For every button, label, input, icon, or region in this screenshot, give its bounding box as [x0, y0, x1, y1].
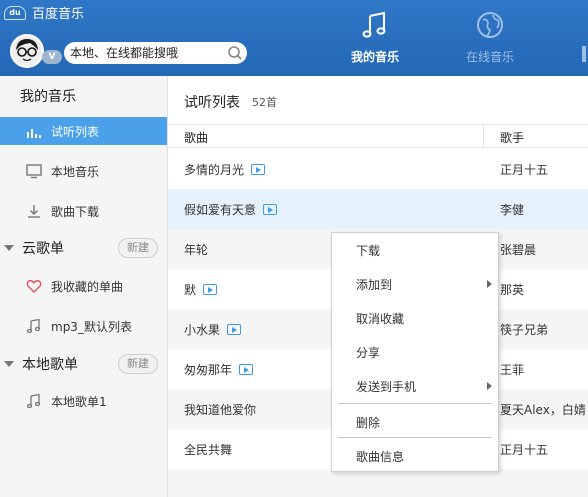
- song-artist[interactable]: 夏天Alex，白婧: [500, 401, 586, 418]
- mv-play-icon[interactable]: [251, 163, 266, 175]
- page-title: 试听列表: [184, 95, 240, 111]
- song-title: 匆匆那年: [184, 362, 233, 377]
- more-tab-partial[interactable]: [572, 44, 588, 64]
- music-note-icon: [362, 11, 386, 38]
- avatar[interactable]: [10, 34, 44, 68]
- column-divider[interactable]: [483, 125, 484, 147]
- column-header: 歌曲 歌手: [168, 124, 588, 148]
- submenu-arrow-icon: [487, 280, 492, 288]
- app-logo: du 百度音乐: [4, 3, 84, 22]
- menu-item-send-to-phone[interactable]: 发送到手机: [332, 372, 498, 400]
- heart-icon: [26, 279, 42, 293]
- sidebar-item-downloads[interactable]: 歌曲下载: [0, 197, 167, 225]
- collapse-triangle-icon[interactable]: [4, 245, 14, 251]
- sidebar-item-label: 本地歌单1: [51, 394, 107, 409]
- sidebar: 我的音乐 试听列表 本地音乐 歌曲下载 云歌单 新建 我收藏的单曲 mp3_默认…: [0, 76, 168, 497]
- equalizer-icon: [27, 129, 41, 138]
- menu-item-unfavorite[interactable]: 取消收藏: [332, 304, 498, 332]
- mv-play-icon[interactable]: [227, 323, 242, 335]
- table-row[interactable]: 假如爱有天意 李健: [168, 189, 588, 229]
- globe-icon: [477, 12, 503, 38]
- tab-my-music-label: 我的音乐: [350, 50, 399, 64]
- song-artist[interactable]: 正月十五: [500, 441, 548, 458]
- menu-item-song-info[interactable]: 歌曲信息: [332, 442, 498, 470]
- sidebar-item-label: 本地音乐: [51, 164, 100, 179]
- menu-divider: [338, 437, 492, 438]
- new-cloud-playlist-button[interactable]: 新建: [118, 238, 158, 258]
- song-artist[interactable]: 王菲: [500, 361, 524, 378]
- sidebar-item-label: 我收藏的单曲: [51, 279, 124, 294]
- tab-online-music-label: 在线音乐: [465, 50, 514, 64]
- song-title: 多情的月光: [184, 162, 245, 177]
- song-artist[interactable]: 李健: [500, 201, 524, 218]
- search-icon[interactable]: [226, 44, 244, 62]
- menu-divider: [338, 403, 492, 404]
- tab-online-music[interactable]: 在线音乐: [445, 10, 535, 80]
- sidebar-item-local-music[interactable]: 本地音乐: [0, 157, 167, 185]
- avatar-face-icon: [12, 36, 42, 66]
- menu-item-delete[interactable]: 删除: [332, 408, 498, 436]
- menu-item-download[interactable]: 下载: [332, 236, 498, 264]
- baidu-music-logo-icon: du: [4, 5, 26, 20]
- music-note-icon: [26, 318, 41, 334]
- search-box: [64, 42, 247, 64]
- song-title: 假如爱有天意: [184, 202, 257, 217]
- table-row-partial[interactable]: [168, 469, 588, 497]
- song-title: 我知道他爱你: [184, 402, 257, 417]
- mv-play-icon[interactable]: [239, 363, 254, 375]
- song-title: 年轮: [184, 242, 209, 257]
- menu-item-add-to[interactable]: 添加到: [332, 270, 498, 298]
- sidebar-item-local-playlist-1[interactable]: 本地歌单1: [0, 387, 167, 415]
- collapse-triangle-icon[interactable]: [4, 361, 14, 367]
- submenu-arrow-icon: [487, 382, 492, 390]
- monitor-icon: [26, 164, 42, 179]
- column-song[interactable]: 歌曲: [184, 129, 208, 146]
- sidebar-item-label: 歌曲下载: [51, 204, 100, 219]
- mv-play-icon[interactable]: [203, 283, 218, 295]
- sidebar-item-label: mp3_默认列表: [51, 319, 132, 334]
- song-title: 默: [184, 282, 197, 297]
- song-artist[interactable]: 正月十五: [500, 161, 548, 178]
- download-icon: [28, 205, 40, 218]
- app-name: 百度音乐: [32, 7, 85, 22]
- song-artist[interactable]: 那英: [500, 281, 524, 298]
- menu-item-share[interactable]: 分享: [332, 338, 498, 366]
- partial-nav-icon: [582, 46, 586, 62]
- sidebar-item-label: 试听列表: [51, 124, 100, 139]
- app-header: du 百度音乐 V 我的音乐: [0, 0, 588, 86]
- song-title: 小水果: [184, 322, 221, 337]
- search-input[interactable]: [70, 46, 220, 60]
- mv-play-icon[interactable]: [263, 203, 278, 215]
- cloud-playlists-section[interactable]: 云歌单 新建: [0, 235, 167, 261]
- song-title: 全民共舞: [184, 442, 233, 457]
- sidebar-heading: 我的音乐: [20, 89, 76, 105]
- song-artist[interactable]: 筷子兄弟: [500, 321, 548, 338]
- column-artist[interactable]: 歌手: [500, 129, 524, 146]
- sidebar-item-favorites[interactable]: 我收藏的单曲: [0, 272, 167, 300]
- song-artist[interactable]: 张碧晨: [500, 241, 536, 258]
- music-note-icon: [26, 393, 41, 409]
- table-row[interactable]: 多情的月光 正月十五: [168, 149, 588, 189]
- local-playlists-section[interactable]: 本地歌单 新建: [0, 351, 167, 377]
- sidebar-item-trial-list[interactable]: 试听列表: [0, 117, 167, 145]
- section-label: 云歌单: [22, 241, 64, 257]
- vip-badge[interactable]: V: [42, 50, 62, 64]
- song-count: 52首: [252, 96, 277, 109]
- new-local-playlist-button[interactable]: 新建: [118, 354, 158, 374]
- section-label: 本地歌单: [22, 357, 78, 373]
- tab-my-music[interactable]: 我的音乐: [330, 10, 420, 80]
- context-menu: 下载 添加到 取消收藏 分享 发送到手机 删除 歌曲信息: [331, 232, 499, 472]
- sidebar-item-mp3-default[interactable]: mp3_默认列表: [0, 312, 167, 340]
